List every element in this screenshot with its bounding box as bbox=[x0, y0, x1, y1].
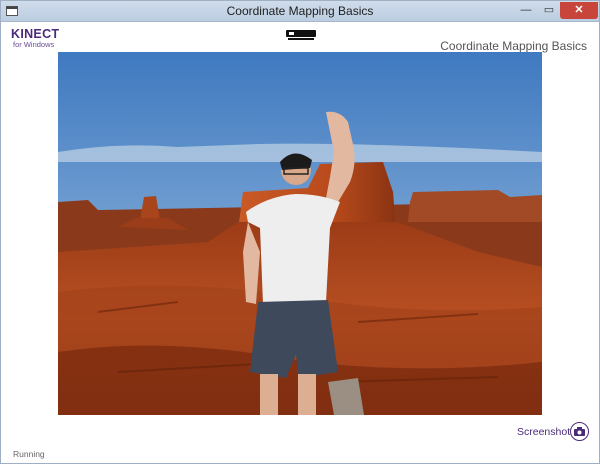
screenshot-button[interactable]: Screenshot bbox=[513, 421, 591, 443]
page-title: Coordinate Mapping Basics bbox=[440, 39, 587, 53]
minimize-button[interactable]: — bbox=[514, 2, 538, 19]
title-bar[interactable]: Coordinate Mapping Basics — ▭ ✕ bbox=[1, 1, 599, 22]
window-title: Coordinate Mapping Basics bbox=[226, 4, 374, 18]
kinect-logo-subtitle: for Windows bbox=[13, 40, 55, 49]
close-button[interactable]: ✕ bbox=[560, 2, 598, 19]
status-text: Running bbox=[13, 449, 45, 459]
kinect-logo: KINECT for Windows bbox=[11, 27, 59, 49]
camera-icon[interactable] bbox=[570, 422, 589, 441]
background-image bbox=[58, 52, 542, 415]
scene-view bbox=[58, 52, 542, 415]
kinect-sensor-icon bbox=[286, 30, 316, 40]
maximize-button[interactable]: ▭ bbox=[538, 2, 560, 19]
app-window: Coordinate Mapping Basics — ▭ ✕ KINECT f… bbox=[0, 0, 600, 464]
screenshot-label: Screenshot bbox=[517, 426, 571, 438]
kinect-logo-word: KINECT bbox=[11, 27, 60, 41]
